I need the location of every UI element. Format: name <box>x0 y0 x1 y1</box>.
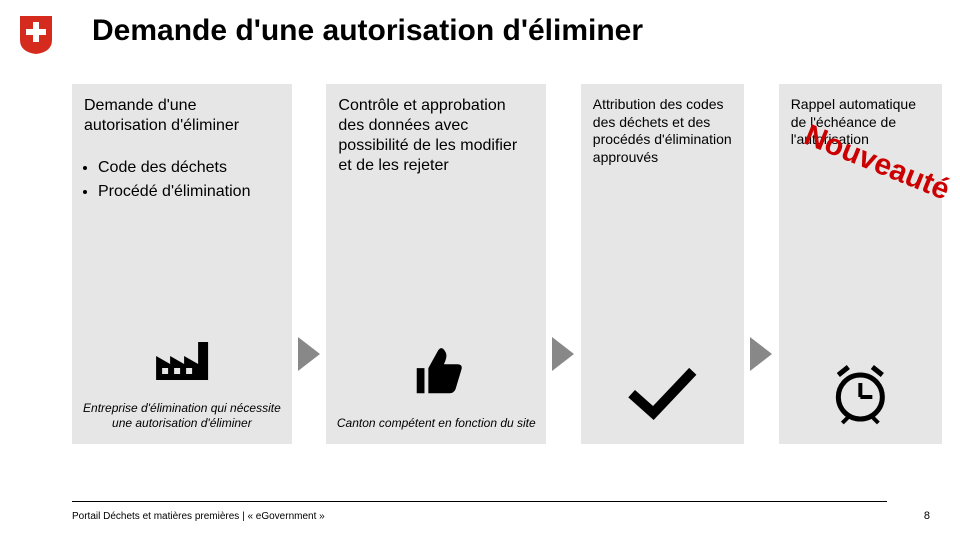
step-2-caption: Canton compétent en fonction du site <box>326 416 546 430</box>
alarm-clock-icon <box>828 361 892 425</box>
arrow-2 <box>552 84 575 444</box>
arrow-3 <box>750 84 773 444</box>
step-1-heading: Demande d'une autorisation d'éliminer <box>84 96 280 136</box>
step-1: Demande d'une autorisation d'éliminer Co… <box>72 84 292 444</box>
arrow-1 <box>298 84 321 444</box>
footer-divider <box>72 501 887 502</box>
page-title: Demande d'une autorisation d'éliminer <box>92 14 643 49</box>
step-3: Attribution des codes des déchets et des… <box>581 84 744 444</box>
step-2: Contrôle et approbation des données avec… <box>326 84 546 444</box>
step-2-text: Contrôle et approbation des données avec… <box>338 96 534 176</box>
step-1-caption: Entreprise d'élimination qui nécessite u… <box>72 401 292 430</box>
thumbs-up-icon <box>405 339 467 401</box>
step-3-text: Attribution des codes des déchets et des… <box>593 96 732 166</box>
slide: Demande d'une autorisation d'éliminer De… <box>0 0 960 540</box>
step-1-bullet-1: Code des déchets <box>98 158 280 178</box>
factory-icon <box>150 322 214 386</box>
page-number: 8 <box>924 510 930 522</box>
step-1-bullet-2: Procédé d'élimination <box>98 182 280 202</box>
footer-text: Portail Déchets et matières premières | … <box>72 511 325 522</box>
step-1-bullets: Code des déchets Procédé d'élimination <box>84 158 280 202</box>
swiss-shield-logo <box>18 14 54 56</box>
checkmark-icon <box>627 365 697 425</box>
